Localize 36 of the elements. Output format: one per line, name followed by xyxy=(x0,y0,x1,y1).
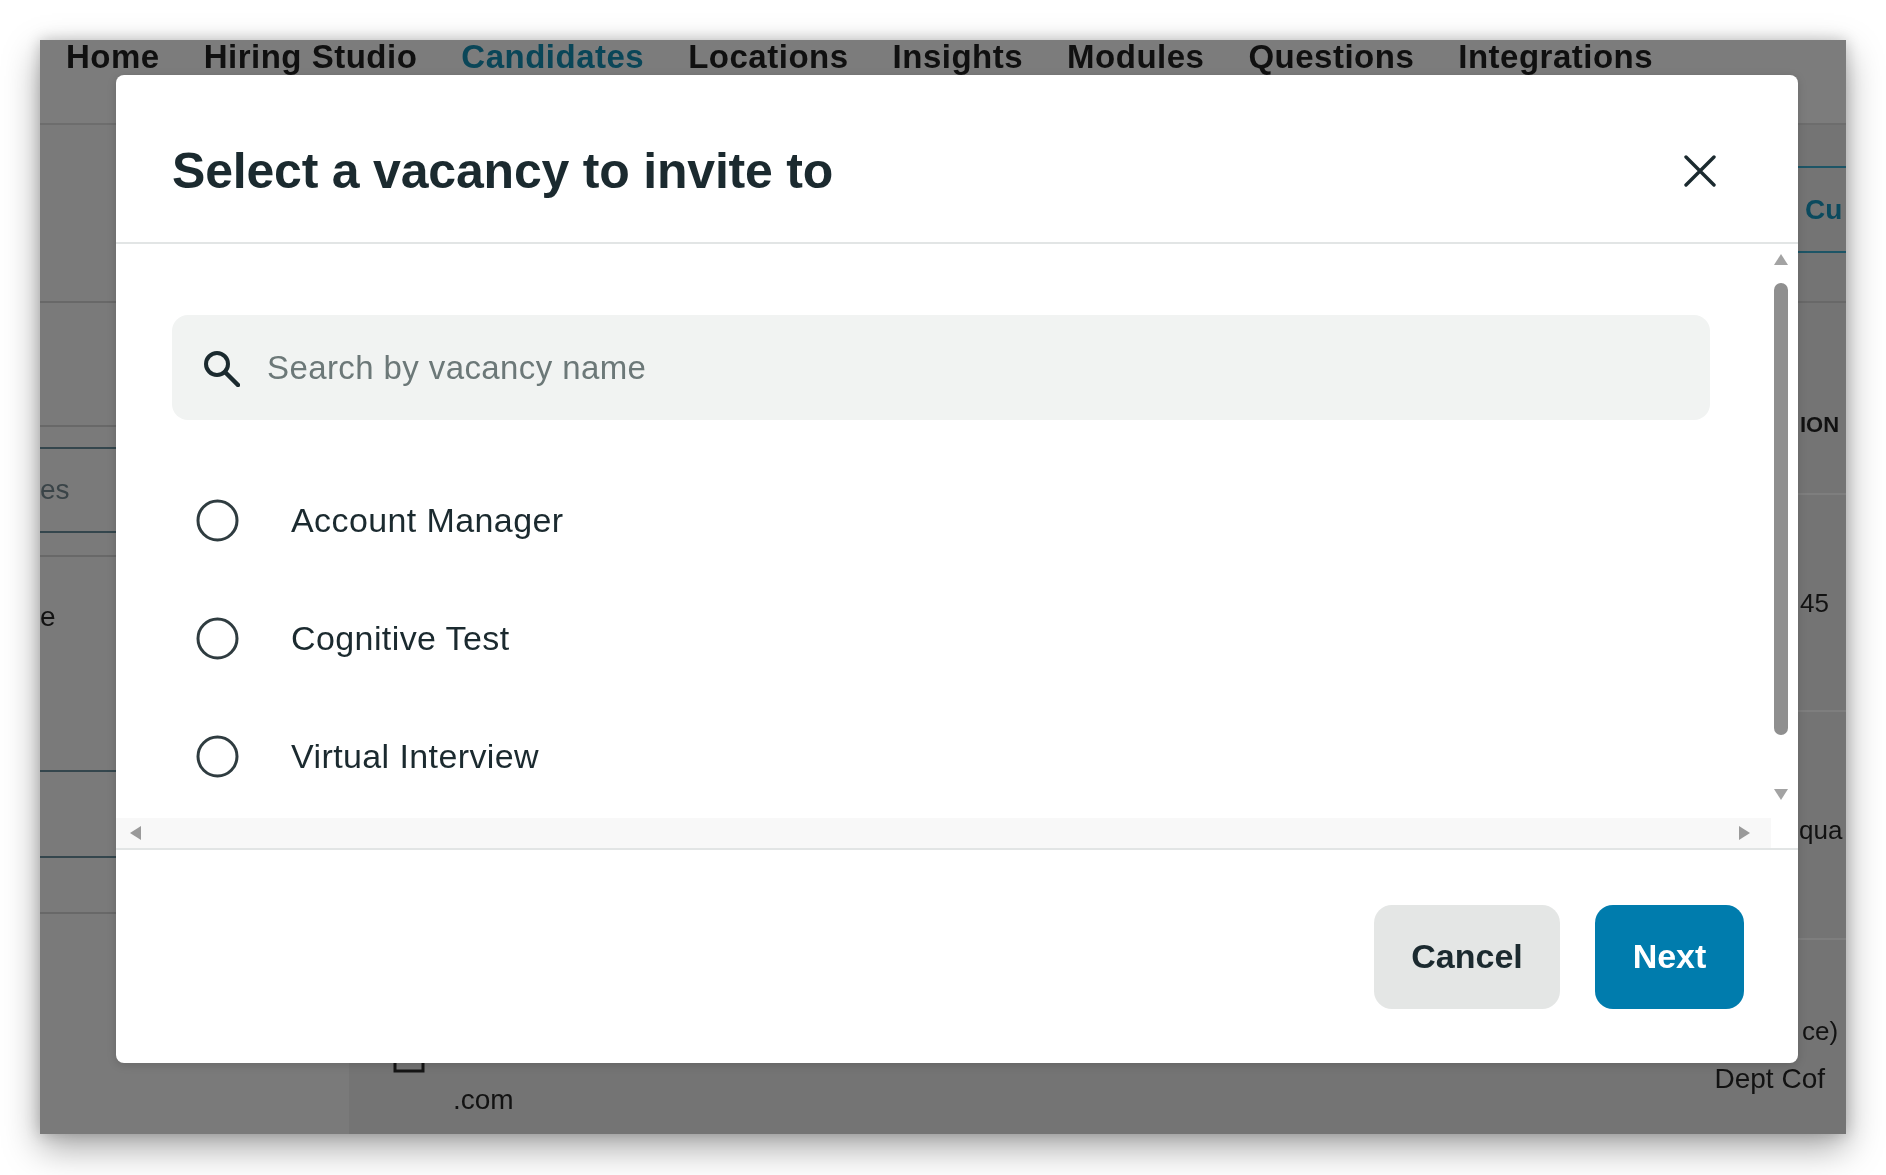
nav-link[interactable]: Locations xyxy=(688,40,849,73)
nav-link[interactable]: Modules xyxy=(1067,40,1205,73)
search-icon xyxy=(202,348,240,387)
scroll-up-arrow-icon[interactable] xyxy=(1773,254,1788,265)
scroll-down-arrow-icon[interactable] xyxy=(1773,789,1788,800)
table-cell-text: Dept Cof xyxy=(1714,1064,1825,1094)
column-header: ION xyxy=(1800,411,1840,439)
vacancy-label[interactable]: Cognitive Test xyxy=(291,618,510,658)
nav-link[interactable]: Insights xyxy=(892,40,1024,73)
nav-link[interactable]: Integrations xyxy=(1458,40,1654,73)
radio-button[interactable] xyxy=(196,734,239,778)
next-button[interactable]: Next xyxy=(1595,904,1744,1009)
dialog-title: Select a vacancy to invite to xyxy=(172,141,834,201)
scrollbar-thumb[interactable] xyxy=(1773,283,1788,735)
sidebar-text: es xyxy=(40,474,70,506)
nav-link[interactable]: Candidates xyxy=(461,40,645,73)
scroll-left-arrow-icon[interactable] xyxy=(130,826,141,840)
radio-button[interactable] xyxy=(196,498,239,542)
nav-link[interactable]: Home xyxy=(66,40,160,73)
table-cell-text: 45 xyxy=(1800,587,1829,619)
nav-link[interactable]: Hiring Studio xyxy=(203,40,418,73)
radio-button[interactable] xyxy=(196,616,239,660)
table-cell-text: ce) xyxy=(1802,1015,1839,1047)
nav-link[interactable]: Questions xyxy=(1248,40,1415,73)
search-field[interactable]: Search by vacancy name xyxy=(172,315,1710,420)
search-input[interactable]: Search by vacancy name xyxy=(267,337,1680,398)
table-cell-text: qua xyxy=(1799,814,1843,846)
horizontal-scrollbar[interactable] xyxy=(116,818,1771,848)
close-icon[interactable] xyxy=(1684,154,1716,187)
scroll-right-arrow-icon[interactable] xyxy=(1739,826,1750,840)
bracket-icon xyxy=(393,1063,425,1073)
vacancy-label[interactable]: Account Manager xyxy=(291,500,564,540)
cancel-button[interactable]: Cancel xyxy=(1374,904,1560,1009)
sidebar-text: e xyxy=(40,601,56,633)
email-text: .com xyxy=(453,1085,514,1115)
vacancy-label[interactable]: Virtual Interview xyxy=(291,736,540,776)
